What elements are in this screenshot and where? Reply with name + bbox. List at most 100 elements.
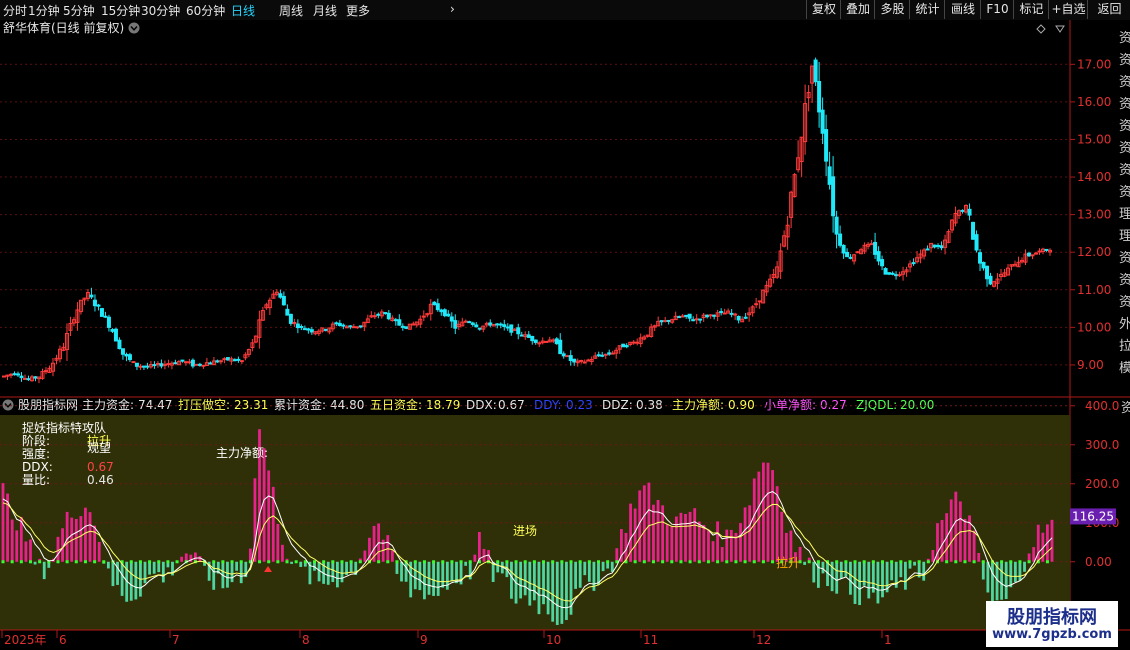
indicator-bar — [180, 556, 184, 562]
period-tab-1[interactable]: 1分钟 — [28, 2, 60, 19]
candle-body — [334, 322, 339, 325]
indicator-bar — [519, 561, 523, 599]
candle-body — [159, 363, 164, 367]
zero-marker — [395, 560, 399, 564]
candle-body — [33, 376, 38, 379]
candle-body — [565, 355, 570, 358]
more-chevron-icon[interactable]: › — [450, 2, 455, 16]
price-axis-label: 14.00 — [1077, 170, 1111, 184]
toolbar-button-4[interactable]: 画线 — [944, 0, 981, 19]
candle-body — [232, 359, 237, 362]
toolbar-button-7[interactable]: +自选 — [1048, 0, 1088, 19]
candle-body — [446, 313, 451, 317]
candle-body — [2, 375, 6, 378]
toolbar-button-3[interactable]: 统计 — [909, 0, 945, 19]
stat-label-1: 打压做空: — [178, 397, 230, 412]
indicator-bar — [954, 491, 958, 562]
indicator-bar — [674, 516, 678, 562]
candle-body — [295, 323, 300, 329]
zero-marker — [862, 560, 866, 564]
candle-body — [344, 326, 349, 329]
candle-body — [897, 274, 902, 277]
zero-marker — [771, 560, 775, 564]
side-glyph: 资 — [1119, 251, 1130, 266]
indicator-bar — [97, 541, 101, 562]
candle-body — [939, 245, 944, 249]
toolbar-button-6[interactable]: 标记 — [1013, 0, 1049, 19]
candle-body — [498, 323, 503, 326]
price-axis-label: 13.00 — [1077, 208, 1111, 222]
candle-body — [936, 245, 941, 248]
candle-body — [911, 262, 916, 265]
candle-body — [488, 322, 493, 326]
period-tab-9[interactable]: 更多 — [346, 2, 370, 19]
indicator-bar — [496, 561, 500, 573]
indicator-axis-label: 300.0 — [1085, 438, 1119, 452]
period-tab-3[interactable]: 15分钟 — [101, 2, 140, 19]
candle-body — [337, 322, 342, 326]
stat-value-5: 0.23 — [566, 398, 593, 412]
side-glyph: 资 — [1119, 141, 1130, 156]
toolbar-button-2[interactable]: 多股 — [874, 0, 910, 19]
zero-marker — [917, 560, 921, 564]
indicator-axis-label: 400.0 — [1085, 399, 1119, 413]
indicator-bar — [707, 529, 710, 562]
period-tab-6[interactable]: 日线 — [231, 2, 255, 19]
candle-body — [876, 251, 881, 262]
indicator-bar — [555, 561, 559, 625]
zero-marker — [413, 560, 417, 564]
period-tab-7[interactable]: 周线 — [279, 2, 303, 19]
indicator-bar — [450, 561, 454, 582]
indicator-bar — [748, 505, 752, 562]
title-dropdown-icon[interactable] — [128, 22, 140, 34]
zero-marker — [276, 560, 280, 564]
indicator-bar — [771, 470, 774, 562]
toolbar-button-8[interactable]: 返回 — [1087, 0, 1130, 19]
indicator-bar — [299, 561, 303, 567]
candle-body — [1034, 252, 1039, 255]
period-tab-2[interactable]: 5分钟 — [63, 2, 95, 19]
indicator-bar — [766, 462, 770, 562]
indicator-bar — [400, 561, 403, 582]
candle-body — [824, 129, 829, 162]
indicator-bar — [134, 561, 138, 600]
candle-body — [404, 326, 409, 329]
side-glyph: 资 — [1119, 119, 1130, 134]
period-tab-4[interactable]: 30分钟 — [141, 2, 180, 19]
indicator-bar — [551, 561, 555, 622]
candle-body — [1027, 252, 1032, 257]
indicator-bar — [349, 561, 353, 573]
zero-marker — [578, 560, 582, 564]
period-tab-5[interactable]: 60分钟 — [186, 2, 225, 19]
toolbar-button-5[interactable]: F10 — [980, 0, 1014, 19]
indicator-dropdown-icon[interactable] — [2, 399, 14, 411]
candle-body — [309, 329, 314, 333]
candle-body — [358, 325, 363, 328]
candle-body — [495, 323, 500, 326]
zero-marker — [294, 560, 298, 564]
candle-body — [572, 358, 577, 363]
candle-body — [341, 324, 346, 327]
period-tab-0[interactable]: 分时 — [3, 2, 27, 19]
zero-marker — [569, 560, 573, 564]
indicator-bar — [230, 561, 234, 583]
indicator-bar — [702, 524, 706, 562]
time-axis-label: 9 — [420, 633, 428, 647]
stat-label-7: 主力净额: — [672, 398, 724, 412]
candle-body — [925, 248, 930, 251]
candle-body — [281, 295, 286, 306]
candle-body — [586, 359, 591, 362]
indicator-bar — [972, 530, 976, 562]
candle-body — [960, 209, 965, 212]
zero-marker — [212, 560, 216, 564]
overlay-volratio-label: 量比: — [22, 473, 50, 487]
stat-label-6: DDZ: — [602, 398, 633, 412]
zero-marker — [972, 560, 976, 564]
toolbar-button-1[interactable]: 叠加 — [840, 0, 875, 19]
indicator-bar — [157, 561, 161, 573]
period-tab-8[interactable]: 月线 — [313, 2, 337, 19]
watermark-title: 股朋指标网 — [1007, 607, 1097, 628]
candle-body — [92, 299, 97, 307]
toolbar-button-0[interactable]: 复权 — [806, 0, 841, 19]
zero-marker — [881, 560, 885, 564]
